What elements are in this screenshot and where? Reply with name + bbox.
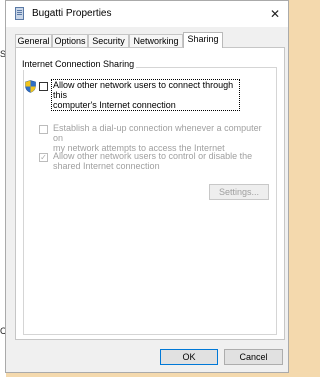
tab-security[interactable]: Security (88, 34, 129, 47)
dialup-label[interactable]: Establish a dial-up connection whenever … (53, 123, 268, 153)
title-bar: Bugatti Properties ✕ (6, 1, 288, 27)
allow-control-label-line1: Allow other network users to control or … (53, 151, 253, 161)
cancel-button[interactable]: Cancel (224, 349, 283, 365)
network-connection-icon (15, 7, 24, 20)
allow-connect-label-line1: Allow other network users to connect thr… (53, 80, 234, 100)
allow-connect-label-line2: computer's Internet connection (53, 100, 176, 110)
dialup-label-line1: Establish a dial-up connection whenever … (53, 123, 262, 143)
tab-sharing[interactable]: Sharing (183, 32, 223, 48)
sharing-panel: Internet Connection Sharing Allow other … (15, 47, 285, 340)
tab-networking[interactable]: Networking (129, 34, 183, 47)
settings-button[interactable]: Settings... (209, 184, 269, 200)
ics-group-title: Internet Connection Sharing (20, 59, 137, 70)
tab-general[interactable]: General (15, 34, 52, 47)
uac-shield-icon (25, 80, 36, 93)
allow-connect-checkbox[interactable] (39, 82, 48, 91)
dialog-title: Bugatti Properties (32, 8, 112, 19)
ok-button[interactable]: OK (160, 349, 218, 365)
dialup-checkbox[interactable] (39, 125, 48, 134)
tab-options[interactable]: Options (52, 34, 88, 47)
close-button[interactable]: ✕ (262, 1, 288, 27)
allow-connect-label[interactable]: Allow other network users to connect thr… (51, 79, 240, 111)
allow-control-label[interactable]: Allow other network users to control or … (53, 151, 268, 171)
allow-control-checkbox[interactable]: ✓ (39, 153, 48, 162)
allow-control-label-line2: shared Internet connection (53, 161, 160, 171)
properties-dialog: Bugatti Properties ✕ General Options Sec… (5, 0, 289, 373)
